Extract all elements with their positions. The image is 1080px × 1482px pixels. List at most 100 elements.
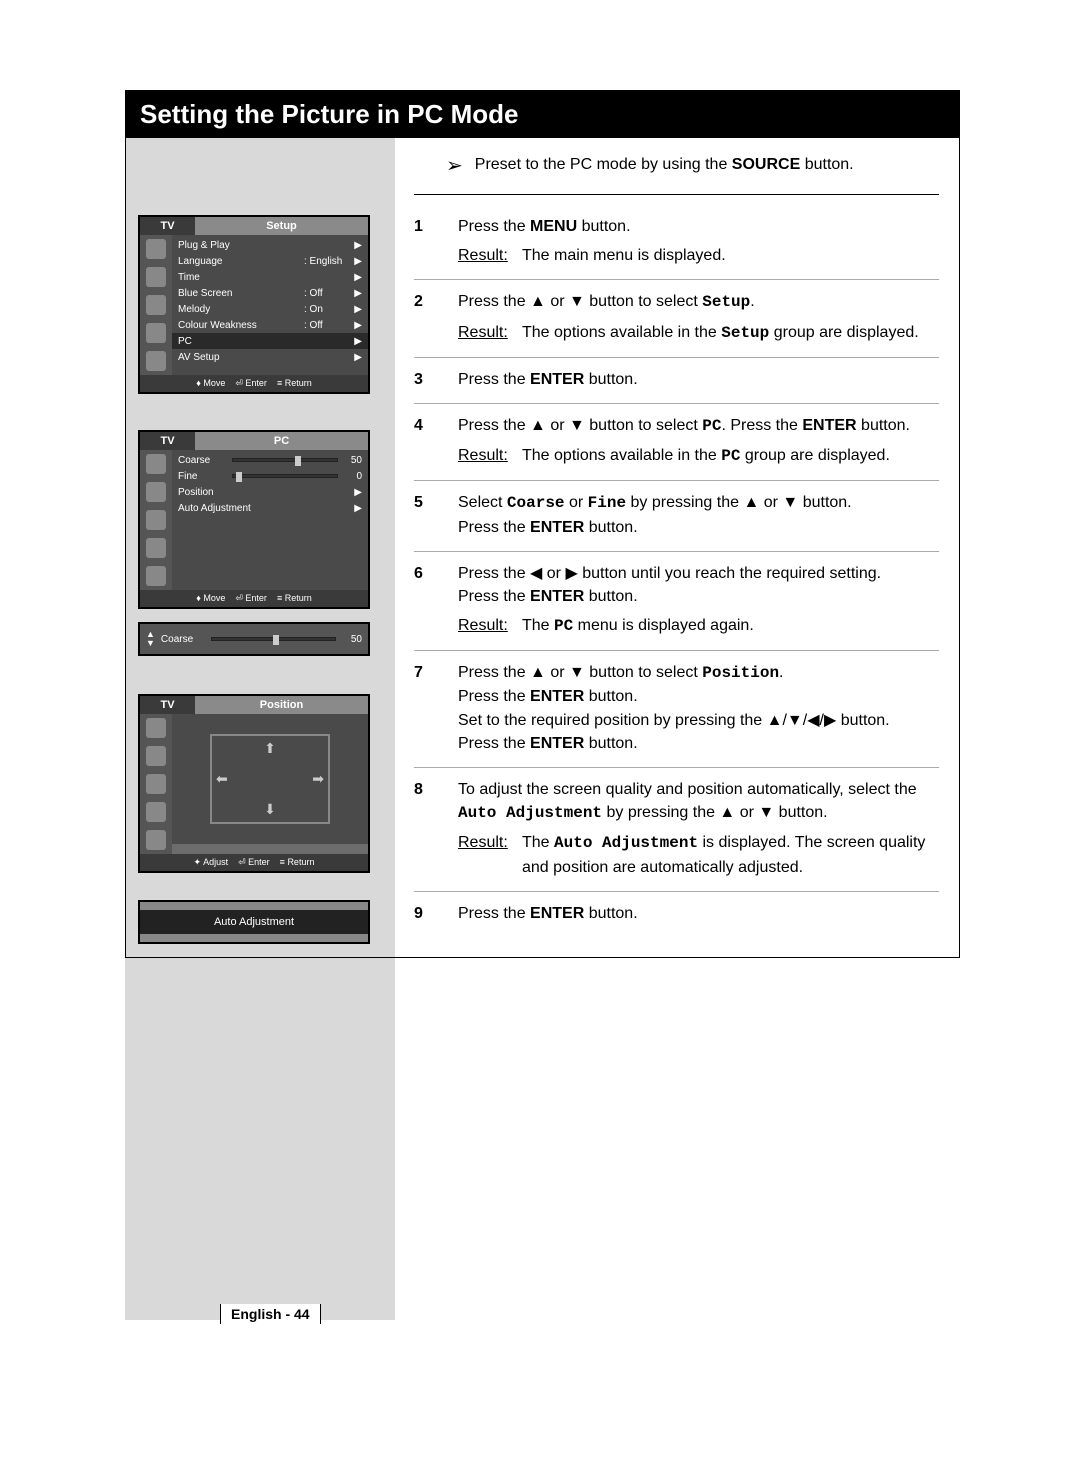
updown-arrows-icon: ▲▼ xyxy=(146,630,155,648)
osd-row: Plug & Play▶ xyxy=(172,237,368,253)
footer-return: Return xyxy=(285,593,312,603)
step: 5Select Coarse or Fine by pressing the ▲… xyxy=(414,481,939,551)
position-preview: ⬆ ⬇ ⬅ ➡ xyxy=(172,714,368,844)
osd-row: Melody: On▶ xyxy=(172,301,368,317)
step-body: Press the ▲ or ▼ button to select PC. Pr… xyxy=(458,414,939,468)
step-number: 6 xyxy=(414,562,458,639)
osd-row: Language: English▶ xyxy=(172,253,368,269)
osd-row: Blue Screen: Off▶ xyxy=(172,285,368,301)
osd-setup-title: Setup xyxy=(195,217,368,235)
osd-position: TV Position ⬆ ⬇ ⬅ ➡ ✦ Adjust ⏎ Enter ≡ R… xyxy=(138,694,370,873)
step-number: 1 xyxy=(414,215,458,267)
osd-icon xyxy=(146,482,166,502)
fine-label: Fine xyxy=(178,471,228,482)
step: 8To adjust the screen quality and positi… xyxy=(414,768,939,892)
fine-value: 0 xyxy=(342,471,362,482)
osd-coarse-bar: ▲▼ Coarse 50 xyxy=(138,622,370,656)
osd-row: Position▶ xyxy=(172,484,368,500)
osd-footer: ✦ Adjust ⏎ Enter ≡ Return xyxy=(140,854,368,871)
osd-row: Colour Weakness: Off▶ xyxy=(172,317,368,333)
osd-row: PC▶ xyxy=(172,333,368,349)
fine-slider: Fine 0 xyxy=(172,468,368,484)
osd-icon xyxy=(146,718,166,738)
osd-pc-title: PC xyxy=(195,432,368,450)
step-body: Press the ENTER button. xyxy=(458,902,939,925)
osd-icon xyxy=(146,454,166,474)
footer-move: Move xyxy=(203,593,225,603)
coarse-slider: Coarse 50 xyxy=(172,452,368,468)
osd-icon xyxy=(146,802,166,822)
osd-icon xyxy=(146,295,166,315)
step-body: Press the MENU button.Result:The main me… xyxy=(458,215,939,267)
preset-bold: SOURCE xyxy=(732,156,800,173)
osd-icon xyxy=(146,538,166,558)
step: 4Press the ▲ or ▼ button to select PC. P… xyxy=(414,404,939,481)
osd-setup: TV Setup Plug & Play▶Language: English▶T… xyxy=(138,215,370,394)
step-body: Press the ▲ or ▼ button to select Setup.… xyxy=(458,290,939,344)
arrow-right-icon: ➡ xyxy=(312,771,324,788)
osd-icon-column xyxy=(140,450,172,590)
footer-enter: Enter xyxy=(248,857,270,867)
step: 7Press the ▲ or ▼ button to select Posit… xyxy=(414,651,939,768)
osd-footer: ♦ Move ⏎ Enter ≡ Return xyxy=(140,590,368,607)
osd-icon xyxy=(146,566,166,586)
step-number: 8 xyxy=(414,778,458,879)
step-body: Press the ▲ or ▼ button to select Positi… xyxy=(458,661,939,755)
coarse-label: Coarse xyxy=(161,634,205,645)
note-arrow-icon: ➢ xyxy=(446,156,463,176)
step-number: 4 xyxy=(414,414,458,468)
osd-icon xyxy=(146,323,166,343)
osd-row: Time▶ xyxy=(172,269,368,285)
arrow-left-icon: ⬅ xyxy=(216,771,228,788)
step-number: 5 xyxy=(414,491,458,538)
osd-footer: ♦ Move ⏎ Enter ≡ Return xyxy=(140,375,368,392)
osd-position-title: Position xyxy=(195,696,368,714)
coarse-value: 50 xyxy=(342,634,362,645)
osd-auto-adjustment: Auto Adjustment xyxy=(138,900,370,944)
step-number: 7 xyxy=(414,661,458,755)
footer-move: Move xyxy=(203,378,225,388)
osd-icon-column xyxy=(140,235,172,375)
step-body: Press the ◀ or ▶ button until you reach … xyxy=(458,562,939,639)
osd-icon-column xyxy=(140,714,172,854)
coarse-label: Coarse xyxy=(178,455,228,466)
osd-icon xyxy=(146,351,166,371)
step-body: Press the ENTER button. xyxy=(458,368,939,391)
step-number: 9 xyxy=(414,902,458,925)
osd-icon xyxy=(146,774,166,794)
preset-pre: Preset to the PC mode by using the xyxy=(475,156,732,173)
footer-enter: Enter xyxy=(245,378,267,388)
footer-adjust: Adjust xyxy=(203,857,228,867)
step-number: 3 xyxy=(414,368,458,391)
osd-icon xyxy=(146,267,166,287)
page-number: English - 44 xyxy=(220,1304,321,1324)
osd-tv-label: TV xyxy=(140,696,195,714)
osd-row: AV Setup▶ xyxy=(172,349,368,365)
auto-adjustment-label: Auto Adjustment xyxy=(140,902,368,942)
footer-return: Return xyxy=(287,857,314,867)
footer-enter: Enter xyxy=(245,593,267,603)
osd-tv-label: TV xyxy=(140,217,195,235)
osd-setup-list: Plug & Play▶Language: English▶Time▶Blue … xyxy=(172,235,368,375)
step: 1Press the MENU button.Result:The main m… xyxy=(414,205,939,280)
arrow-down-icon: ⬇ xyxy=(264,801,276,818)
step-body: To adjust the screen quality and positio… xyxy=(458,778,939,879)
osd-pc: TV PC Coarse 50 Fine 0 Position▶Auto Adj… xyxy=(138,430,370,609)
preset-post: button. xyxy=(800,156,853,173)
page-title: Setting the Picture in PC Mode xyxy=(126,91,959,138)
osd-icon xyxy=(146,239,166,259)
step: 3Press the ENTER button. xyxy=(414,358,939,404)
step: 6Press the ◀ or ▶ button until you reach… xyxy=(414,552,939,652)
step-number: 2 xyxy=(414,290,458,344)
osd-icon xyxy=(146,510,166,530)
osd-row: Auto Adjustment▶ xyxy=(172,500,368,516)
footer-return: Return xyxy=(285,378,312,388)
preset-note: ➢ Preset to the PC mode by using the SOU… xyxy=(126,138,959,194)
coarse-value: 50 xyxy=(342,455,362,466)
osd-icon xyxy=(146,746,166,766)
osd-icon xyxy=(146,830,166,850)
step: 2Press the ▲ or ▼ button to select Setup… xyxy=(414,280,939,357)
step-body: Select Coarse or Fine by pressing the ▲ … xyxy=(458,491,939,538)
osd-pc-list: Coarse 50 Fine 0 Position▶Auto Adjustmen… xyxy=(172,450,368,590)
osd-tv-label: TV xyxy=(140,432,195,450)
